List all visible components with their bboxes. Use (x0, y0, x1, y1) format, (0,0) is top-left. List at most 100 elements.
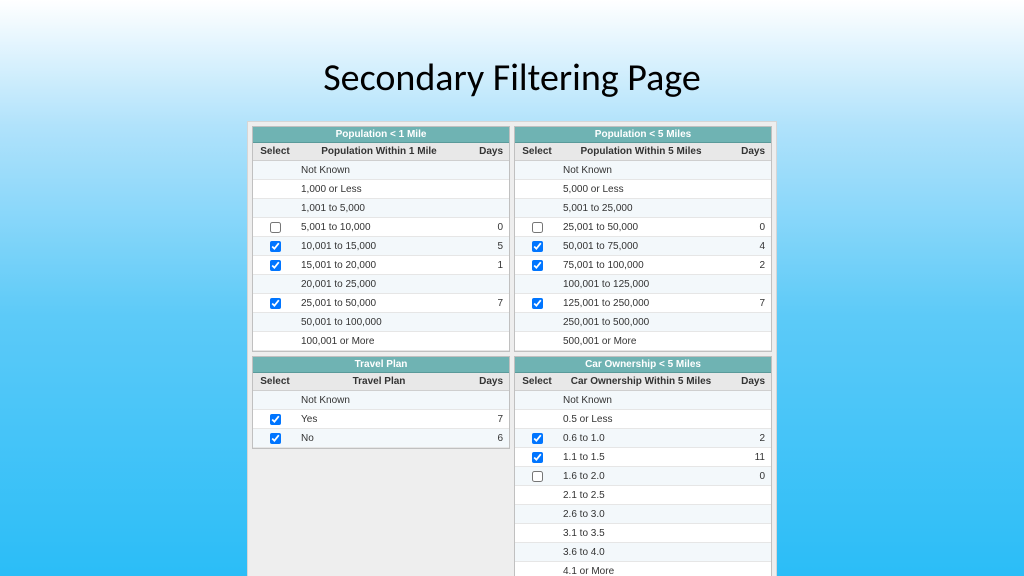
table-row: 250,001 to 500,000 (515, 313, 771, 332)
table-row: 4.1 or More (515, 562, 771, 576)
row-select-cell (253, 167, 297, 173)
row-select-checkbox[interactable] (270, 433, 281, 444)
row-label: 15,001 to 20,000 (297, 257, 461, 274)
table-row: 5,001 to 25,000 (515, 199, 771, 218)
row-select-checkbox[interactable] (270, 414, 281, 425)
row-days (461, 397, 509, 403)
panel-header: SelectTravel PlanDays (253, 373, 509, 391)
row-select-cell (515, 492, 559, 498)
row-days: 0 (723, 219, 771, 236)
row-days (723, 319, 771, 325)
row-days (461, 319, 509, 325)
panel-pop1: Population < 1 MileSelectPopulation With… (252, 126, 510, 352)
table-row: 1.1 to 1.511 (515, 448, 771, 467)
row-select-checkbox[interactable] (532, 471, 543, 482)
row-select-checkbox[interactable] (532, 433, 543, 444)
row-days: 2 (723, 430, 771, 447)
row-days: 7 (461, 295, 509, 312)
row-days: 0 (461, 219, 509, 236)
row-select-cell (253, 338, 297, 344)
row-label: 5,000 or Less (559, 181, 723, 198)
panel-header: SelectPopulation Within 1 MileDays (253, 143, 509, 161)
header-days: Days (461, 143, 509, 160)
row-label: 2.6 to 3.0 (559, 506, 723, 523)
row-days (461, 167, 509, 173)
row-days (723, 186, 771, 192)
table-row: 75,001 to 100,0002 (515, 256, 771, 275)
row-select-cell (253, 411, 297, 428)
table-row: Yes7 (253, 410, 509, 429)
page-title: Secondary Filtering Page (0, 55, 1024, 101)
row-select-cell (253, 219, 297, 236)
panel-rows: Not Known5,000 or Less5,001 to 25,00025,… (515, 161, 771, 351)
row-label: 2.1 to 2.5 (559, 487, 723, 504)
row-label: 0.5 or Less (559, 411, 723, 428)
row-select-cell (515, 449, 559, 466)
row-label: 3.1 to 3.5 (559, 525, 723, 542)
row-select-checkbox[interactable] (532, 222, 543, 233)
table-row: 100,001 to 125,000 (515, 275, 771, 294)
panel-pop5: Population < 5 MilesSelectPopulation Wit… (514, 126, 772, 352)
panel-rows: Not KnownYes7No6 (253, 391, 509, 448)
row-select-checkbox[interactable] (532, 298, 543, 309)
row-days: 4 (723, 238, 771, 255)
row-days (723, 530, 771, 536)
row-select-cell (515, 568, 559, 574)
row-select-checkbox[interactable] (270, 241, 281, 252)
table-row: 50,001 to 75,0004 (515, 237, 771, 256)
row-label: Not Known (559, 162, 723, 179)
table-row: 3.1 to 3.5 (515, 524, 771, 543)
row-label: Not Known (559, 392, 723, 409)
row-select-cell (253, 257, 297, 274)
table-row: 100,001 or More (253, 332, 509, 351)
row-select-cell (515, 281, 559, 287)
row-select-cell (515, 219, 559, 236)
table-row: 5,000 or Less (515, 180, 771, 199)
row-select-checkbox[interactable] (270, 260, 281, 271)
row-label: 125,001 to 250,000 (559, 295, 723, 312)
row-label: 1.1 to 1.5 (559, 449, 723, 466)
table-row: 0.5 or Less (515, 410, 771, 429)
row-label: 250,001 to 500,000 (559, 314, 723, 331)
row-select-cell (515, 530, 559, 536)
table-row: 50,001 to 100,000 (253, 313, 509, 332)
table-row: 5,001 to 10,0000 (253, 218, 509, 237)
row-label: 50,001 to 75,000 (559, 238, 723, 255)
row-label: 4.1 or More (559, 563, 723, 576)
row-select-cell (253, 205, 297, 211)
row-select-cell (253, 397, 297, 403)
row-select-cell (515, 397, 559, 403)
row-label: 100,001 or More (297, 333, 461, 350)
row-select-cell (515, 468, 559, 485)
row-days: 7 (461, 411, 509, 428)
row-select-cell (253, 430, 297, 447)
row-days: 6 (461, 430, 509, 447)
row-select-cell (515, 319, 559, 325)
row-select-checkbox[interactable] (532, 260, 543, 271)
row-days (461, 186, 509, 192)
row-label: 0.6 to 1.0 (559, 430, 723, 447)
row-label: 500,001 or More (559, 333, 723, 350)
panel-title: Population < 1 Mile (253, 127, 509, 143)
row-select-cell (515, 257, 559, 274)
row-select-checkbox[interactable] (270, 298, 281, 309)
row-days (723, 511, 771, 517)
row-select-checkbox[interactable] (532, 452, 543, 463)
header-select: Select (253, 373, 297, 390)
panel-header: SelectPopulation Within 5 MilesDays (515, 143, 771, 161)
row-select-cell (253, 281, 297, 287)
row-label: 5,001 to 10,000 (297, 219, 461, 236)
row-label: 1,001 to 5,000 (297, 200, 461, 217)
row-label: Yes (297, 411, 461, 428)
row-select-checkbox[interactable] (270, 222, 281, 233)
row-select-cell (515, 186, 559, 192)
row-days (461, 281, 509, 287)
table-row: 3.6 to 4.0 (515, 543, 771, 562)
row-days: 5 (461, 238, 509, 255)
row-select-checkbox[interactable] (532, 241, 543, 252)
row-select-cell (253, 238, 297, 255)
panel-rows: Not Known1,000 or Less1,001 to 5,0005,00… (253, 161, 509, 351)
row-label: 5,001 to 25,000 (559, 200, 723, 217)
row-days: 0 (723, 468, 771, 485)
panel-header: SelectCar Ownership Within 5 MilesDays (515, 373, 771, 391)
